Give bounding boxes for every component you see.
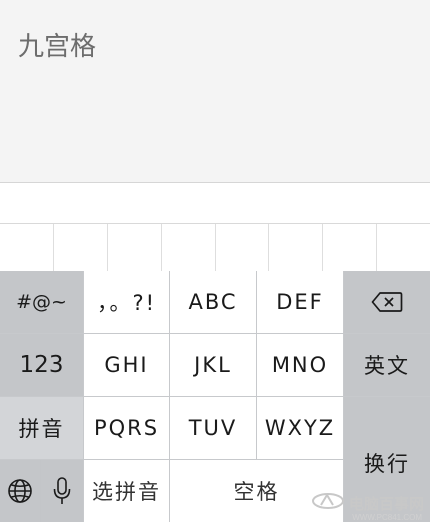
note-area[interactable]: 九宫格 xyxy=(0,0,430,182)
key-tuv[interactable]: TUV xyxy=(170,397,256,459)
candidate-slot[interactable] xyxy=(0,224,54,272)
delete-icon xyxy=(371,291,403,313)
key-wxyz[interactable]: WXYZ xyxy=(257,397,343,459)
numbers-key[interactable]: 123 xyxy=(0,334,83,396)
candidate-slot[interactable] xyxy=(54,224,108,272)
candidate-slot[interactable] xyxy=(323,224,378,272)
key-jkl[interactable]: JKL xyxy=(170,334,256,396)
symbols-key[interactable]: #@~ xyxy=(0,271,83,333)
key-ghi[interactable]: GHI xyxy=(84,334,169,396)
globe-icon xyxy=(7,478,33,504)
key-punctuation[interactable]: ，。?! xyxy=(84,271,169,333)
candidate-slot[interactable] xyxy=(216,224,270,272)
key-def[interactable]: DEF xyxy=(257,271,343,333)
keyboard: #@~ 123 拼音 ，。?! ABC DEF GHI JKL MNO PQRS xyxy=(0,271,430,522)
note-text: 九宫格 xyxy=(18,32,97,62)
microphone-icon xyxy=(52,476,72,506)
pinyin-key[interactable]: 拼音 xyxy=(0,397,83,459)
watermark-logo-icon xyxy=(311,490,345,516)
select-pinyin-key[interactable]: 选拼音 xyxy=(84,460,169,522)
input-band xyxy=(0,183,430,223)
watermark-url: WWW.PC841.COM xyxy=(352,513,422,522)
key-abc[interactable]: ABC xyxy=(170,271,256,333)
key-mno[interactable]: MNO xyxy=(257,334,343,396)
candidate-slot[interactable] xyxy=(162,224,216,272)
candidate-slot[interactable] xyxy=(108,224,162,272)
candidate-slot[interactable] xyxy=(377,224,430,272)
english-key[interactable]: 英文 xyxy=(344,334,430,396)
mic-key[interactable] xyxy=(41,460,83,522)
candidate-bar xyxy=(0,223,430,272)
watermark-text: 电脑百事网 xyxy=(348,494,424,513)
delete-key[interactable] xyxy=(344,271,430,333)
candidate-slot[interactable] xyxy=(269,224,324,272)
key-pqrs[interactable]: PQRS xyxy=(84,397,169,459)
globe-key[interactable] xyxy=(0,460,40,522)
